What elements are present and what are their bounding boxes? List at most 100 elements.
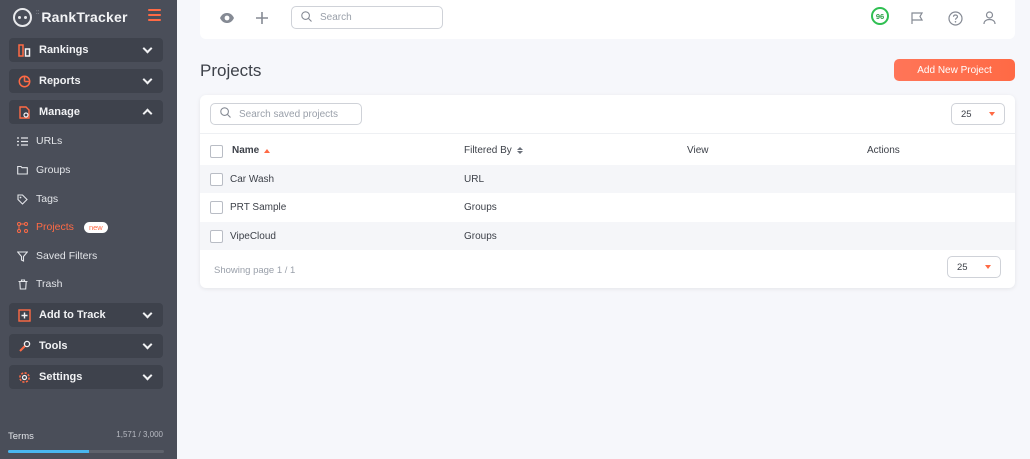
plus-icon[interactable] — [253, 9, 271, 27]
sidebar-item-label: Projects — [36, 221, 74, 233]
footer-per-page-select[interactable]: 25 — [947, 256, 1001, 278]
sidebar-group-rankings[interactable]: Rankings — [9, 38, 163, 62]
column-header-label: Filtered By — [464, 145, 512, 156]
list-icon — [17, 136, 28, 147]
sidebar-group-label: Rankings — [39, 44, 89, 56]
sidebar-group-label: Settings — [39, 371, 83, 383]
rankings-icon — [17, 43, 31, 57]
column-header-actions: Actions — [867, 145, 900, 156]
health-score-badge[interactable]: 96 — [871, 7, 889, 25]
column-header-filtered-by[interactable]: Filtered By — [464, 145, 523, 156]
chevron-down-icon — [142, 43, 153, 53]
project-name[interactable]: PRT Sample — [230, 202, 286, 213]
projects-table-card: 25 Name Filtered By View Actions Car Was… — [200, 95, 1015, 288]
usage-progress-fill — [8, 450, 90, 453]
chevron-down-icon — [142, 370, 153, 380]
sidebar-group-tools[interactable]: Tools — [9, 334, 163, 358]
sidebar-group-label: Add to Track — [39, 309, 106, 321]
terms-link[interactable]: Terms — [8, 431, 34, 442]
global-search[interactable] — [291, 6, 443, 29]
select-all-checkbox[interactable] — [210, 145, 223, 158]
sidebar-group-settings[interactable]: Settings — [9, 365, 163, 389]
column-header-view: View — [687, 145, 709, 156]
sidebar-item-label: Groups — [36, 164, 71, 176]
sidebar-group-label: Reports — [39, 75, 81, 87]
user-icon[interactable] — [980, 9, 998, 27]
usage-progress-bar — [8, 450, 164, 453]
add-box-icon — [17, 308, 31, 322]
sidebar-group-label: Tools — [39, 340, 68, 352]
sort-ascending-icon — [264, 148, 271, 153]
global-search-input[interactable] — [320, 12, 442, 23]
gear-icon — [17, 370, 31, 384]
eye-icon[interactable] — [218, 9, 236, 27]
project-name[interactable]: Car Wash — [230, 174, 274, 185]
project-name[interactable]: VipeCloud — [230, 231, 276, 242]
add-new-project-button[interactable]: Add New Project — [894, 59, 1015, 81]
sort-icon — [516, 147, 523, 154]
per-page-select[interactable]: 25 — [951, 103, 1005, 125]
help-icon[interactable] — [946, 9, 964, 27]
caret-down-icon — [989, 112, 995, 116]
tag-icon — [17, 193, 28, 205]
column-header-name[interactable]: Name — [232, 145, 271, 156]
pie-chart-icon — [17, 74, 31, 88]
filter-icon — [17, 250, 28, 262]
per-page-value: 25 — [961, 108, 972, 120]
project-search[interactable] — [210, 103, 362, 125]
chevron-up-icon — [142, 108, 153, 119]
caret-down-icon — [985, 265, 991, 269]
sidebar-item-label: Saved Filters — [36, 250, 98, 262]
logo-icon — [13, 7, 32, 27]
logo-prefix: :: — [36, 10, 40, 16]
sidebar-item-label: Tags — [36, 193, 59, 205]
tools-icon — [17, 339, 31, 353]
pagination-status: Showing page 1 / 1 — [214, 265, 296, 276]
project-filtered-by: Groups — [464, 202, 497, 213]
project-filtered-by: URL — [464, 174, 485, 185]
sidebar-item-tags[interactable]: Tags — [17, 191, 58, 207]
row-checkbox[interactable] — [210, 201, 223, 214]
folder-icon — [17, 165, 28, 176]
divider — [200, 133, 1015, 134]
page-title: Projects — [200, 61, 262, 80]
sidebar-item-trash[interactable]: Trash — [17, 276, 62, 292]
menu-toggle-icon[interactable] — [148, 9, 161, 21]
trash-icon — [17, 278, 28, 290]
sidebar-item-urls[interactable]: URLs — [17, 133, 62, 149]
sidebar-item-saved-filters[interactable]: Saved Filters — [17, 248, 97, 264]
logo-text: RankTracker — [41, 9, 128, 25]
sidebar-item-projects[interactable]: Projects new — [17, 219, 108, 235]
flag-icon[interactable] — [908, 9, 926, 27]
chevron-down-icon — [142, 339, 153, 349]
sidebar-group-manage[interactable]: Manage — [9, 100, 163, 124]
chevron-down-icon — [142, 74, 153, 84]
search-icon — [301, 10, 312, 25]
manage-icon — [17, 105, 31, 119]
sidebar-group-add-to-track[interactable]: Add to Track — [9, 303, 163, 327]
sidebar-item-groups[interactable]: Groups — [17, 162, 70, 178]
usage-count: 1,571 / 3,000 — [116, 430, 163, 439]
top-bar: 96 — [200, 0, 1015, 39]
sidebar-item-label: URLs — [36, 135, 63, 147]
project-filtered-by: Groups — [464, 231, 497, 242]
app-logo[interactable]: :: RankTracker — [13, 7, 128, 27]
new-badge: new — [83, 221, 108, 233]
table-row[interactable]: Car Wash URL — [200, 165, 1015, 193]
row-checkbox[interactable] — [210, 230, 223, 243]
chevron-down-icon — [142, 308, 153, 318]
sidebar-group-label: Manage — [39, 106, 80, 118]
table-header: Name Filtered By View Actions — [200, 141, 1015, 161]
sidebar-item-label: Trash — [36, 278, 63, 290]
column-header-label: Actions — [867, 145, 900, 156]
project-search-input[interactable] — [239, 108, 361, 120]
column-header-label: View — [687, 145, 709, 156]
search-icon — [220, 107, 231, 121]
projects-icon — [17, 221, 28, 233]
row-checkbox[interactable] — [210, 173, 223, 186]
sidebar: :: RankTracker Rankings Reports Manage U… — [0, 0, 177, 459]
table-row[interactable]: VipeCloud Groups — [200, 222, 1015, 250]
sidebar-group-reports[interactable]: Reports — [9, 69, 163, 93]
table-row[interactable]: PRT Sample Groups — [200, 193, 1015, 221]
column-header-label: Name — [232, 145, 260, 156]
